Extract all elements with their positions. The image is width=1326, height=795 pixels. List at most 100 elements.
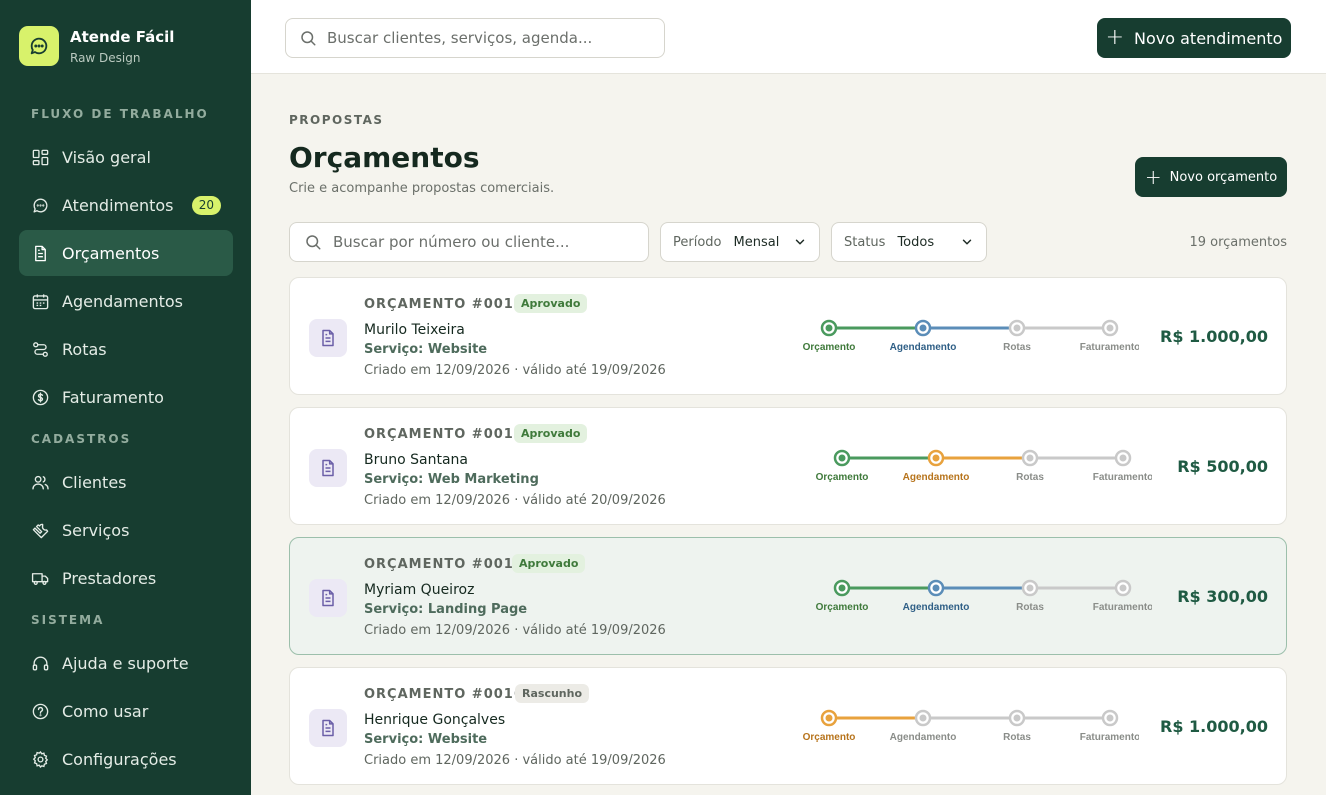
orcamento-card[interactable]: ORÇAMENTO #0017 Aprovado Myriam Queiroz Ser… (289, 537, 1287, 655)
section-workflow: FLUXO DE TRABALHO (31, 107, 209, 121)
orcamento-number: ORÇAMENTO #0019 (364, 297, 524, 312)
step-label: Rotas (1003, 732, 1031, 742)
sidebar-item-label: Atendimentos (62, 195, 174, 215)
new-orcamento-button[interactable]: + Novo orçamento (1135, 157, 1287, 197)
step-marker-dot (932, 584, 940, 592)
new-atendimento-button[interactable]: + Novo atendimento (1097, 18, 1291, 58)
sidebar-item-label: Configurações (62, 749, 177, 769)
chat-icon (33, 197, 48, 213)
sidebar-item-label: Agendamentos (62, 291, 184, 311)
sidebar-item-clientes[interactable]: Clientes (19, 459, 233, 505)
step-label: Faturamento (1093, 602, 1152, 612)
step-label: Agendamento (903, 602, 970, 612)
client-name: Murilo Teixeira (364, 322, 465, 338)
step-marker-dot (1013, 324, 1021, 332)
document-icon (309, 579, 347, 617)
orcamento-search-input[interactable]: Buscar por número ou cliente... (289, 222, 649, 262)
chevron-down-icon (795, 239, 805, 245)
new-orcamento-label: Novo orçamento (1169, 169, 1278, 185)
document-icon (35, 245, 46, 261)
orcamento-card[interactable]: ORÇAMENTO #0018 Aprovado Bruno Santana Serv… (289, 407, 1287, 525)
step-label: Faturamento (1080, 732, 1139, 742)
sidebar-item-label: Orçamentos (62, 243, 160, 263)
periodo-select[interactable]: Período Mensal (660, 222, 820, 262)
orcamento-dates: Criado em 12/09/2026 · válido até 19/09/… (364, 363, 666, 378)
global-search-input[interactable]: Buscar clientes, serviços, agenda... (285, 18, 665, 58)
sidebar-item-label: Faturamento (62, 387, 164, 407)
orcamento-dates: Criado em 12/09/2026 · válido até 19/09/… (364, 623, 666, 638)
step-marker-dot (1119, 454, 1127, 462)
sidebar-item-ajuda[interactable]: Ajuda e suporte (19, 640, 233, 686)
periodo-value: Mensal (733, 234, 780, 250)
step-marker-dot (919, 324, 927, 332)
step-label: Orçamento (816, 472, 869, 482)
global-search-placeholder: Buscar clientes, serviços, agenda... (327, 29, 593, 47)
orcamento-card[interactable]: ORÇAMENTO #0016 Rascunho Henrique Gonçalve… (289, 667, 1287, 785)
brand-subtitle: Raw Design (70, 50, 141, 65)
brand[interactable]: Atende Fácil Raw Design (19, 26, 174, 66)
plus-icon: + (1105, 25, 1125, 50)
step-marker-dot (1026, 584, 1034, 592)
client-name: Bruno Santana (364, 452, 468, 468)
headphones-icon (32, 656, 49, 671)
result-count: 19 orçamentos (1189, 235, 1287, 250)
step-marker-dot (932, 454, 940, 462)
orcamento-number: ORÇAMENTO #0018 (364, 427, 524, 442)
page-subtitle: Crie e acompanhe propostas comerciais. (289, 181, 555, 196)
sidebar-item-como-usar[interactable]: Como usar (19, 688, 233, 734)
search-icon (301, 31, 316, 46)
status-badge: Aprovado (514, 294, 588, 313)
sidebar-item-label: Como usar (62, 701, 149, 721)
topbar: Buscar clientes, serviços, agenda... + N… (251, 0, 1326, 74)
page-title: Orçamentos (289, 141, 480, 174)
sidebar-item-orcamentos[interactable]: Orçamentos (19, 230, 233, 276)
step-marker-dot (838, 584, 846, 592)
step-marker-dot (1013, 714, 1021, 722)
step-label: Agendamento (890, 342, 957, 352)
step-marker-dot (919, 714, 927, 722)
step-label: Rotas (1016, 472, 1044, 482)
orcamento-card[interactable]: ORÇAMENTO #0019 Aprovado Murilo Teixeira Se… (289, 277, 1287, 395)
gear-icon (32, 750, 49, 768)
document-icon (309, 709, 347, 747)
sidebar-item-faturamento[interactable]: Faturamento (19, 374, 233, 420)
sidebar-item-visao-geral[interactable]: Visão geral (19, 134, 233, 180)
atendimentos-count-badge: 20 (191, 196, 221, 215)
step-marker-dot (1119, 584, 1127, 592)
users-icon (32, 475, 49, 490)
service-name: Serviço: Website (364, 732, 488, 747)
sidebar-item-label: Visão geral (62, 147, 151, 167)
chevron-down-icon (962, 239, 972, 245)
service-name: Serviço: Web Marketing (364, 472, 539, 487)
step-marker-dot (825, 714, 833, 722)
sidebar-item-agendamentos[interactable]: Agendamentos (19, 278, 233, 324)
route-icon (33, 341, 48, 357)
step-label: Rotas (1016, 602, 1044, 612)
step-label: Rotas (1003, 342, 1031, 352)
step-label: Agendamento (890, 732, 957, 742)
orcamento-number: ORÇAMENTO #0016 (364, 687, 524, 702)
new-atendimento-label: Novo atendimento (1134, 28, 1283, 48)
orcamento-price: R$ 500,00 (1177, 457, 1268, 476)
status-badge: Rascunho (515, 684, 590, 703)
sidebar-item-servicos[interactable]: Serviços (19, 507, 233, 553)
orcamento-dates: Criado em 12/09/2026 · válido até 19/09/… (364, 753, 666, 768)
plus-icon: + (1144, 165, 1162, 189)
step-label: Orçamento (803, 342, 856, 352)
sidebar-item-atendimentos[interactable]: Atendimentos 20 (19, 182, 233, 228)
sidebar-item-prestadores[interactable]: Prestadores (19, 555, 233, 601)
orcamento-price: R$ 1.000,00 (1160, 327, 1268, 346)
progress-stepper: Orçamento Agendamento Rotas Faturamento (812, 432, 1153, 483)
status-select[interactable]: Status Todos (831, 222, 987, 262)
step-marker-dot (825, 324, 833, 332)
sidebar: Atende Fácil Raw Design FLUXO DE TRABALH… (0, 0, 251, 795)
page-kicker: PROPOSTAS (289, 113, 384, 127)
sidebar-item-configuracoes[interactable]: Configurações (19, 736, 233, 782)
step-marker-dot (1026, 454, 1034, 462)
status-badge: Aprovado (514, 424, 588, 443)
orcamento-dates: Criado em 12/09/2026 · válido até 20/09/… (364, 493, 666, 508)
sidebar-item-rotas[interactable]: Rotas (19, 326, 233, 372)
step-label: Agendamento (903, 472, 970, 482)
client-name: Henrique Gonçalves (364, 712, 506, 728)
step-marker-dot (1106, 324, 1114, 332)
